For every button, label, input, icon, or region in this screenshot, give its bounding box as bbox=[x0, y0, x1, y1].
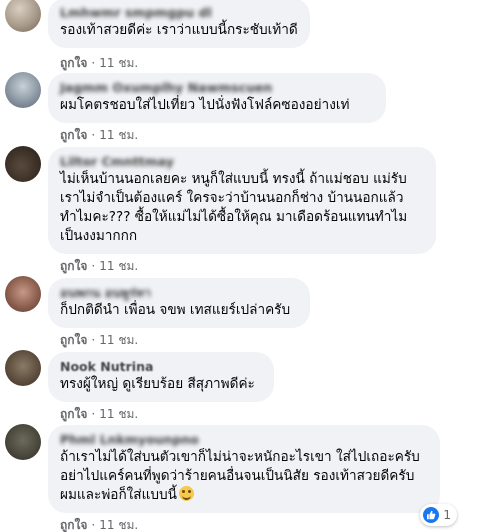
timestamp[interactable]: 11 ชม. bbox=[99, 128, 138, 142]
comment-bubble: Jagmm Oxumplhy Nawmscuen ผมโคตรชอบใส่ไปเ… bbox=[48, 73, 386, 123]
commenter-name[interactable]: Nook Nutrina bbox=[60, 359, 262, 375]
avatar[interactable] bbox=[5, 0, 41, 32]
like-link[interactable]: ถูกใจ bbox=[60, 407, 87, 421]
timestamp[interactable]: 11 ชม. bbox=[99, 407, 138, 421]
comment-bubble: Lmhwmr smpmgpu dl รองเท้าสวยดีค่ะ เราว่า… bbox=[48, 0, 310, 48]
comment-bubble: Liltor Cmnttmay ไม่เห็นบ้านนอกเลยคะ หนูก… bbox=[48, 147, 436, 254]
like-link[interactable]: ถูกใจ bbox=[60, 333, 87, 347]
like-link[interactable]: ถูกใจ bbox=[60, 128, 87, 142]
commenter-name[interactable]: Lmhwmr smpmgpu dl bbox=[60, 5, 298, 21]
thumbs-up-icon bbox=[423, 507, 440, 523]
comment-bubble: Nook Nutrina ทรงผู้ใหญ่ ดูเรียบร้อย สีสุ… bbox=[48, 352, 274, 402]
comment-text: ก็ปกติดีนำ เพื่อน จขพ เทสแยร์เปล่าครับ bbox=[60, 302, 291, 318]
comment-actions: ถูกใจ · 11 ชม. bbox=[60, 333, 139, 347]
timestamp[interactable]: 11 ชม. bbox=[99, 518, 138, 532]
comment-text: ถ้าเราไม่ได้ใส่บนตัวเขาก็ไม่น่าจะหนักอะไ… bbox=[60, 449, 420, 503]
avatar[interactable] bbox=[5, 276, 41, 312]
timestamp[interactable]: 11 ชม. bbox=[99, 56, 138, 70]
avatar[interactable] bbox=[5, 146, 41, 182]
avatar[interactable] bbox=[5, 72, 41, 108]
comment-text: ทรงผู้ใหญ่ ดูเรียบร้อย สีสุภาพดีค่ะ bbox=[60, 376, 255, 392]
like-link[interactable]: ถูกใจ bbox=[60, 259, 87, 273]
comment-actions: ถูกใจ · 11 ชม. bbox=[60, 56, 139, 70]
commenter-name[interactable]: อนพกน อนพูร่ทา bbox=[60, 285, 298, 301]
like-link[interactable]: ถูกใจ bbox=[60, 56, 87, 70]
comment-text: ผมโคตรชอบใส่ไปเที่ยว ไปนั่งฟังโฟล์คซองอย… bbox=[60, 97, 350, 113]
comment-bubble: Phml Lnkmyounpno ถ้าเราไม่ได้ใส่บนตัวเขา… bbox=[48, 425, 440, 513]
comment-text-wrap: ถ้าเราไม่ได้ใส่บนตัวเขาก็ไม่น่าจะหนักอะไ… bbox=[60, 448, 428, 505]
comment-actions: ถูกใจ · 11 ชม. bbox=[60, 259, 139, 273]
comment-actions: ถูกใจ · 11 ชม. bbox=[60, 407, 139, 421]
comment-bubble: อนพกน อนพูร่ทา ก็ปกติดีนำ เพื่อน จขพ เทส… bbox=[48, 278, 310, 328]
reaction-summary[interactable]: 1 bbox=[420, 504, 457, 526]
comment-text: รองเท้าสวยดีค่ะ เราว่าแบบนี้กระชับเท้าดี bbox=[60, 22, 298, 38]
avatar[interactable] bbox=[5, 424, 41, 460]
comment-text: ไม่เห็นบ้านนอกเลยคะ หนูก็ใส่แบบนี้ ทรงนี… bbox=[60, 171, 408, 244]
commenter-name[interactable]: Phml Lnkmyounpno bbox=[60, 432, 428, 448]
comment-actions: ถูกใจ · 11 ชม. bbox=[60, 518, 139, 532]
reaction-count: 1 bbox=[443, 508, 451, 522]
comment-actions: ถูกใจ · 11 ชม. bbox=[60, 128, 139, 142]
smiling-face-emoji bbox=[178, 486, 194, 501]
timestamp[interactable]: 11 ชม. bbox=[99, 259, 138, 273]
commenter-name[interactable]: Jagmm Oxumplhy Nawmscuen bbox=[60, 80, 374, 96]
commenter-name[interactable]: Liltor Cmnttmay bbox=[60, 154, 424, 170]
like-link[interactable]: ถูกใจ bbox=[60, 518, 87, 532]
avatar[interactable] bbox=[5, 350, 41, 386]
timestamp[interactable]: 11 ชม. bbox=[99, 333, 138, 347]
